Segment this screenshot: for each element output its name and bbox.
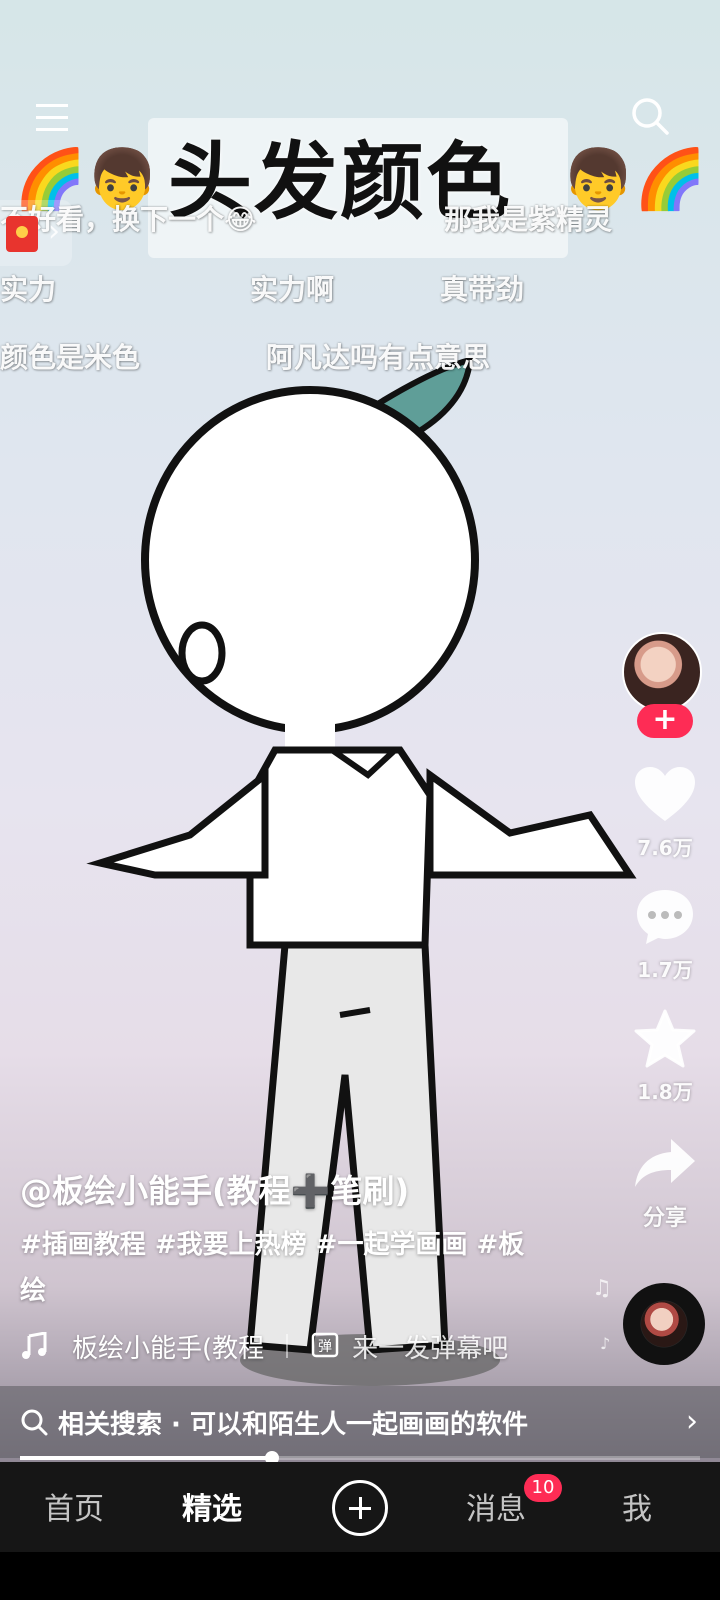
danmaku-comment: 那我是紫精灵 [444,203,613,236]
video-player[interactable]: 🌈👦 头发颜色 👦🌈 不好看，换下一个😂 那我是紫精灵 实力 实力啊 真带劲 颜… [0,0,720,1462]
nav-messages[interactable]: 消息 [466,1484,526,1528]
music-disc[interactable] [623,1283,705,1365]
related-search-bar[interactable]: 相关搜索 · 可以和陌生人一起画画的软件 › [0,1386,720,1458]
danmaku-prompt[interactable]: 来一发弹幕吧 [352,1328,508,1365]
nav-me[interactable]: 我 [622,1484,652,1528]
red-packet-icon [6,216,38,252]
author-name[interactable]: @板绘小能手(教程➕笔刷) [20,1166,409,1212]
svg-text:弹: 弹 [318,1339,332,1355]
danmaku-comment: 真带劲 [440,273,525,306]
video-progress-bar[interactable] [20,1451,700,1462]
share-label: 分享 [642,1206,687,1231]
search-icon[interactable] [628,94,672,138]
red-packet-widget[interactable]: › [0,200,72,266]
music-title: 板绘小能手(教程 [72,1333,265,1364]
nav-featured[interactable]: 精选 [182,1484,242,1528]
share-icon [635,1139,695,1187]
danmaku-comment: 实力啊 [250,273,335,306]
danmaku-comment: 实力 [0,273,57,306]
music-note-icon: ♪ [600,1334,611,1353]
comment-icon [637,890,693,944]
create-button[interactable] [332,1480,388,1536]
danmaku-comment: 阿凡达吗有点意思 [266,341,491,374]
like-count: 7.6万 [637,836,693,860]
music-note-icon: ♫ [592,1276,612,1301]
star-icon [634,1009,696,1068]
favorite-count: 1.8万 [637,1080,693,1104]
heart-icon [635,767,695,821]
music-row[interactable]: 板绘小能手(教程 弹 来一发弹幕吧 [20,1326,508,1366]
related-search-label: 相关搜索 · 可以和陌生人一起画画的软件 [58,1409,528,1440]
like-button[interactable]: 7.6万 [615,760,715,870]
chevron-right-icon: › [48,214,60,249]
bottom-nav: 首页 精选 消息 10 我 [0,1462,720,1552]
favorite-button[interactable]: 1.8万 [615,1004,715,1114]
menu-icon[interactable] [32,96,76,140]
share-button[interactable]: 分享 [615,1128,715,1238]
progress-fill [20,1456,272,1460]
progress-knob[interactable] [264,1451,279,1462]
danmaku-icon: 弹 [311,1332,339,1358]
danmaku-comment: 颜色是米色 [0,341,141,374]
divider [286,1334,289,1358]
nav-home[interactable]: 首页 [44,1484,104,1528]
comment-button[interactable]: 1.7万 [615,882,715,992]
messages-badge: 10 [524,1474,562,1502]
chevron-right-icon: › [686,1404,698,1439]
search-icon [21,1409,48,1436]
comment-count: 1.7万 [637,958,693,982]
system-navigation-bar [0,1552,720,1600]
music-icon [22,1332,47,1359]
follow-button[interactable]: + [637,704,693,738]
video-description[interactable]: #插画教程 #我要上热榜 #一起学画画 #板绘 [20,1222,550,1314]
